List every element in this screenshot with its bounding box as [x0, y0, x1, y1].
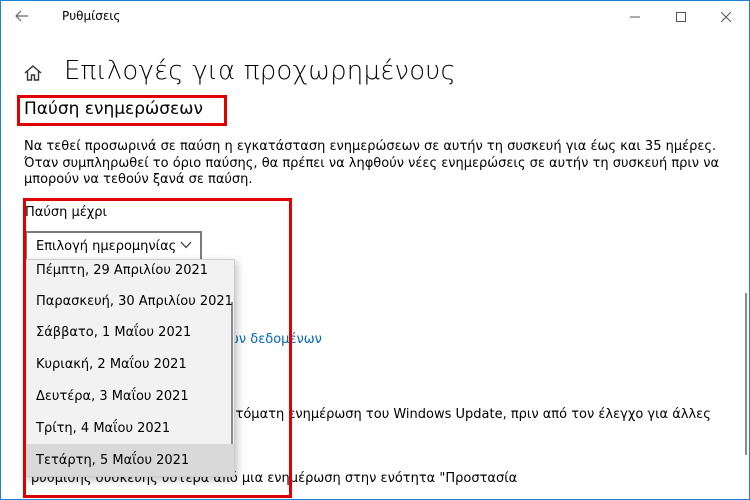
- background-text-1: υτόματη ενημέρωση του Windows Update, πρ…: [228, 407, 711, 422]
- dropdown-item[interactable]: Παρασκευή, 30 Απριλίου 2021: [26, 285, 234, 317]
- section-title: Παύση ενημερώσεων: [24, 99, 203, 119]
- settings-window: Ρυθμίσεις Επιλογές για προχωρημένους Παύ…: [0, 0, 750, 500]
- close-icon: [721, 11, 731, 22]
- dropdown-item[interactable]: Τετάρτη, 5 Μαΐου 2021: [26, 444, 234, 476]
- dropdown-item[interactable]: Σάββατο, 1 Μαΐου 2021: [26, 316, 234, 348]
- minimize-button[interactable]: [612, 1, 658, 32]
- pause-until-label: Παύση μέχρι: [25, 205, 107, 220]
- maximize-button[interactable]: [658, 1, 704, 32]
- page-title: Επιλογές για προχωρημένους: [64, 56, 457, 86]
- date-select[interactable]: Επιλογή ημερομηνίας: [25, 231, 202, 261]
- back-arrow-icon: [15, 10, 28, 22]
- dropdown-item[interactable]: Κυριακή, 2 Μαΐου 2021: [26, 348, 234, 380]
- title-bar: Ρυθμίσεις: [1, 1, 749, 32]
- section-description: Να τεθεί προσωρινά σε παύση η εγκατάστασ…: [24, 139, 720, 187]
- chevron-down-icon: [180, 241, 192, 249]
- page-scrollbar[interactable]: [745, 293, 747, 455]
- window-title: Ρυθμίσεις: [62, 9, 121, 23]
- minimize-icon: [630, 16, 640, 17]
- privacy-link[interactable]: ών δεδομένων: [228, 332, 322, 347]
- dropdown-item[interactable]: Πέμπτη, 29 Απριλίου 2021: [26, 260, 234, 286]
- back-button[interactable]: [9, 5, 35, 27]
- date-dropdown-list[interactable]: Πέμπτη, 29 Απριλίου 2021 Παρασκευή, 30 Απ…: [25, 259, 235, 477]
- close-button[interactable]: [703, 1, 749, 32]
- home-icon[interactable]: [23, 63, 43, 83]
- dropdown-item[interactable]: Τρίτη, 4 Μαΐου 2021: [26, 412, 234, 444]
- dropdown-item[interactable]: Δευτέρα, 3 Μαΐου 2021: [26, 380, 234, 412]
- date-select-value: Επιλογή ημερομηνίας: [36, 238, 177, 254]
- maximize-icon: [676, 11, 686, 22]
